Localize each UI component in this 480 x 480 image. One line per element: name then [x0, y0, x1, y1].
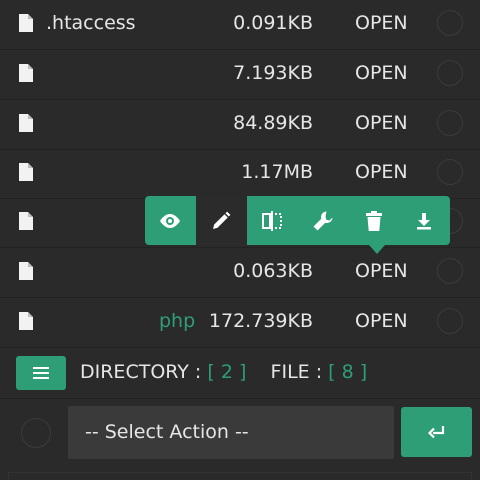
file-row[interactable]: php 172.739KB OPEN — [0, 298, 480, 348]
file-row[interactable]: .htaccess 0.091KB OPEN — [0, 0, 480, 50]
select-action-dropdown[interactable]: -- Select Action -- — [68, 406, 394, 459]
file-actions-toolbar — [145, 196, 450, 245]
file-name[interactable]: .htaccess — [46, 12, 136, 34]
file-row[interactable]: 0.063KB OPEN — [0, 248, 480, 298]
delete-button[interactable] — [348, 196, 399, 245]
split-icon — [261, 210, 282, 231]
rename-button[interactable] — [247, 196, 298, 245]
toolbar-pointer — [369, 245, 385, 254]
apply-action-button[interactable] — [401, 407, 472, 457]
trash-icon — [365, 210, 382, 231]
file-size: 1.17MB — [241, 161, 313, 183]
select-all-radio[interactable] — [21, 418, 51, 448]
footer-divider — [8, 472, 472, 480]
open-link[interactable]: OPEN — [355, 12, 408, 34]
bracket: [ — [328, 361, 342, 383]
select-radio[interactable] — [437, 308, 463, 334]
edit-button[interactable] — [195, 196, 247, 245]
open-link[interactable]: OPEN — [355, 310, 408, 332]
select-radio[interactable] — [437, 110, 463, 136]
directory-file-count: DIRECTORY : [ 2 ] FILE : [ 8 ] — [80, 361, 367, 383]
file-size: 0.063KB — [233, 260, 313, 282]
directory-count: 2 — [220, 361, 233, 383]
wrench-icon — [313, 211, 333, 230]
file-size: 0.091KB — [233, 12, 313, 34]
file-icon — [19, 312, 33, 330]
file-row[interactable]: 7.193KB OPEN — [0, 50, 480, 100]
directory-label: DIRECTORY : — [80, 361, 202, 383]
file-icon — [19, 262, 33, 280]
file-size: 172.739KB — [208, 310, 313, 332]
file-icon — [19, 64, 33, 82]
open-link[interactable]: OPEN — [355, 62, 408, 84]
file-size: 84.89KB — [233, 112, 313, 134]
open-link[interactable]: OPEN — [355, 112, 408, 134]
select-radio[interactable] — [437, 60, 463, 86]
view-button[interactable] — [145, 196, 196, 245]
open-link[interactable]: OPEN — [355, 260, 408, 282]
summary-bar: DIRECTORY : [ 2 ] FILE : [ 8 ] — [0, 348, 480, 399]
file-icon — [19, 114, 33, 132]
select-radio[interactable] — [437, 159, 463, 185]
file-manager: .htaccess 0.091KB OPEN 7.193KB OPEN 84.8… — [0, 0, 480, 480]
open-link[interactable]: OPEN — [355, 161, 408, 183]
download-icon — [417, 212, 432, 229]
menu-button[interactable] — [16, 356, 66, 390]
file-row[interactable]: 84.89KB OPEN — [0, 100, 480, 150]
permissions-button[interactable] — [297, 196, 348, 245]
enter-icon — [427, 426, 444, 439]
file-icon — [19, 163, 33, 181]
bracket: ] — [232, 361, 247, 383]
bracket: [ — [207, 361, 221, 383]
file-size: 7.193KB — [233, 62, 313, 84]
file-icon — [19, 14, 33, 32]
hamburger-icon — [33, 367, 49, 379]
select-radio[interactable] — [437, 10, 463, 36]
bracket: ] — [353, 361, 368, 383]
file-row[interactable]: 1.17MB OPEN — [0, 149, 480, 199]
select-radio[interactable] — [437, 258, 463, 284]
download-button[interactable] — [399, 196, 450, 245]
bulk-action-bar: -- Select Action -- — [0, 398, 480, 468]
pencil-icon — [213, 211, 231, 229]
file-count: 8 — [341, 361, 354, 383]
file-extension: php — [159, 310, 196, 332]
file-icon — [19, 212, 33, 230]
eye-icon — [160, 213, 181, 228]
file-label: FILE : — [270, 361, 323, 383]
